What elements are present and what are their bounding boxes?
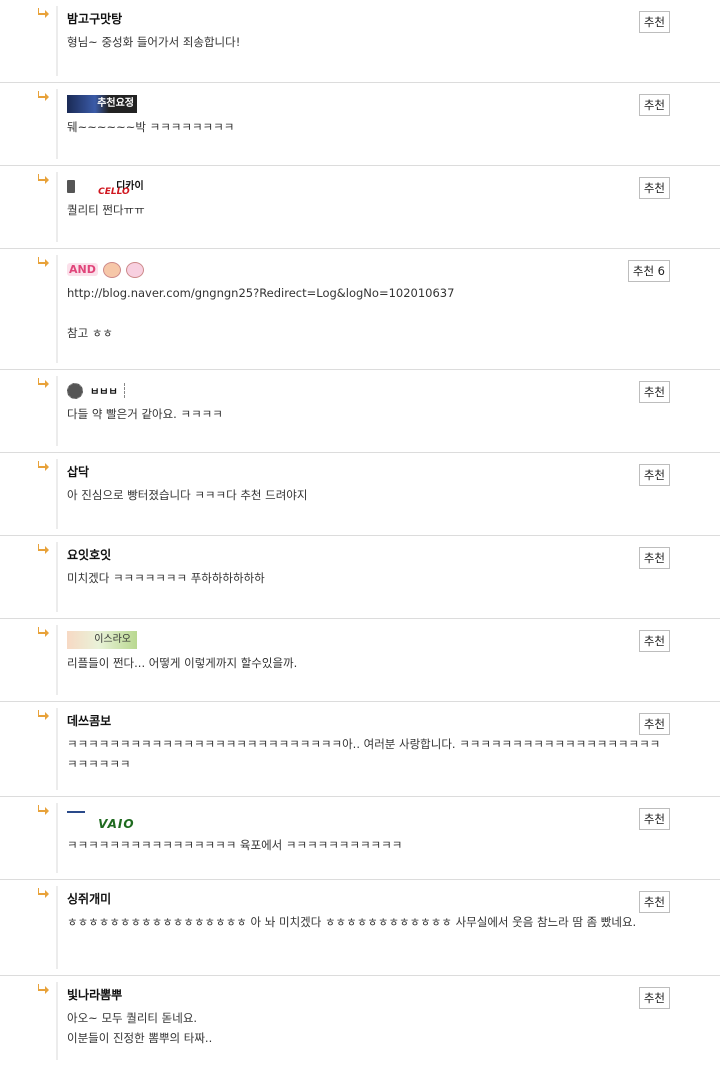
nickname-image-label: 이스라오 <box>67 630 137 649</box>
comment-text: 미치겠다 ㅋㅋㅋㅋㅋㅋㅋ 푸하하하하하하 <box>67 571 265 585</box>
comment-text[interactable]: http://blog.naver.com/gngngn25?Redirect=… <box>67 283 668 343</box>
reply-arrow-icon <box>38 378 50 388</box>
nickname-image-label: AND <box>67 263 98 276</box>
reply-arrow-icon <box>38 257 50 267</box>
reply-arrow-icon <box>38 888 50 898</box>
character-face-icon <box>126 261 145 278</box>
comment-text: ㅎㅎㅎㅎㅎㅎㅎㅎㅎㅎㅎㅎㅎㅎㅎㅎㅎ 아 놔 미치겠다 ㅎㅎㅎㅎㅎㅎㅎㅎㅎㅎㅎㅎ … <box>67 915 637 929</box>
comment-indent-bar <box>56 625 58 695</box>
character-face-icon <box>102 261 121 278</box>
reply-arrow-icon <box>38 8 50 18</box>
nickname-image-label: 추천요정 <box>67 94 137 113</box>
reply-arrow-icon <box>38 91 50 101</box>
comment-indent-bar <box>56 6 58 76</box>
comment-text: 퀄리티 쩐다ㅠㅠ <box>67 203 145 217</box>
reply-arrow-icon <box>38 627 50 637</box>
nickname-image[interactable]: 디카이 CELLO <box>67 176 668 198</box>
comment-item: 싱쥐개미 ㅎㅎㅎㅎㅎㅎㅎㅎㅎㅎㅎㅎㅎㅎㅎㅎㅎ 아 놔 미치겠다 ㅎㅎㅎㅎㅎㅎㅎㅎ… <box>0 880 720 976</box>
comment-indent-bar <box>56 376 58 446</box>
comment-item: 디카이 CELLO 퀄리티 쩐다ㅠㅠ 추천 <box>0 166 720 249</box>
nickname-image[interactable]: ㅂㅂㅂ <box>67 380 668 402</box>
recommend-button[interactable]: 추천 <box>638 630 670 652</box>
recommend-button[interactable]: 추천 <box>638 987 670 1009</box>
recommend-button[interactable]: 추천 <box>638 177 670 199</box>
comment-text: 뒈~~~~~~박 ㅋㅋㅋㅋㅋㅋㅋㅋ <box>67 120 235 134</box>
comment-item: 추천요정 뒈~~~~~~박 ㅋㅋㅋㅋㅋㅋㅋㅋ 추천 <box>0 83 720 166</box>
comment-nickname[interactable]: 삽닥 <box>67 463 668 481</box>
comment-nickname[interactable]: 싱쥐개미 <box>67 890 668 908</box>
comment-list: 밤고구맛탕 형님~ 중성화 들어가서 죄송합니다! 추천 추천요정 뒈~~~~~… <box>0 0 720 1066</box>
swoosh-icon <box>67 811 85 813</box>
reply-arrow-icon <box>38 984 50 994</box>
recommend-button[interactable]: 추천 <box>638 94 670 116</box>
comment-item: ㅂㅂㅂ 다들 약 빨은거 같아요. ㅋㅋㅋㅋ 추천 <box>0 370 720 453</box>
comment-item: 빛나라뽐뿌 아오~ 모두 퀄리티 돋네요. 이분들이 진정한 뽐뿌의 타짜.. … <box>0 976 720 1066</box>
recommend-button[interactable]: 추천 <box>638 381 670 403</box>
comment-item: 데쓰콤보 ㅋㅋㅋㅋㅋㅋㅋㅋㅋㅋㅋㅋㅋㅋㅋㅋㅋㅋㅋㅋㅋㅋㅋㅋㅋㅋ아.. 여러분 사… <box>0 702 720 797</box>
recommend-button[interactable]: 추천 <box>638 808 670 830</box>
comment-indent-bar <box>56 89 58 159</box>
reply-arrow-icon <box>38 461 50 471</box>
recommend-button[interactable]: 추천 6 <box>627 260 670 282</box>
comment-item: 요잇호잇 미치겠다 ㅋㅋㅋㅋㅋㅋㅋ 푸하하하하하하 추천 <box>0 536 720 619</box>
recommend-button[interactable]: 추천 <box>638 464 670 486</box>
reply-arrow-icon <box>38 710 50 720</box>
comment-item: 밤고구맛탕 형님~ 중성화 들어가서 죄송합니다! 추천 <box>0 0 720 83</box>
comment-nickname[interactable]: 요잇호잇 <box>67 546 668 564</box>
comment-nickname[interactable]: 밤고구맛탕 <box>67 10 668 28</box>
comment-text: ㅋㅋㅋㅋㅋㅋㅋㅋㅋㅋㅋㅋㅋㅋㅋㅋㅋㅋㅋㅋㅋㅋㅋㅋㅋㅋ아.. 여러분 사랑합니다.… <box>67 737 661 771</box>
recommend-button[interactable]: 추천 <box>638 11 670 33</box>
comment-indent-bar <box>56 708 58 790</box>
comment-text: 리플들이 쩐다... 어떻게 이렇게까지 할수있을까. <box>67 656 298 670</box>
phone-icon <box>67 180 75 193</box>
comment-indent-bar <box>56 886 58 969</box>
nickname-image[interactable]: 추천요정 <box>67 93 668 115</box>
comment-indent-bar <box>56 459 58 529</box>
comment-text: 형님~ 중성화 들어가서 죄송합니다! <box>67 35 241 49</box>
skull-icon <box>67 382 83 399</box>
reply-arrow-icon <box>38 805 50 815</box>
recommend-button[interactable]: 추천 <box>638 891 670 913</box>
nickname-image-label: VAIO <box>98 817 135 831</box>
nickname-image[interactable]: AND <box>67 259 668 281</box>
recommend-button[interactable]: 추천 <box>638 547 670 569</box>
comment-text: ㅋㅋㅋㅋㅋㅋㅋㅋㅋㅋㅋㅋㅋㅋㅋㅋ 육포에서 ㅋㅋㅋㅋㅋㅋㅋㅋㅋㅋㅋ <box>67 838 403 852</box>
comment-indent-bar <box>56 172 58 242</box>
comment-item: 이스라오 리플들이 쩐다... 어떻게 이렇게까지 할수있을까. 추천 <box>0 619 720 702</box>
comment-indent-bar <box>56 982 58 1060</box>
comment-indent-bar <box>56 255 58 363</box>
comment-nickname[interactable]: 빛나라뽐뿌 <box>67 986 668 1004</box>
comment-text: 다들 약 빨은거 같아요. ㅋㅋㅋㅋ <box>67 407 223 421</box>
comment-item: VAIO ㅋㅋㅋㅋㅋㅋㅋㅋㅋㅋㅋㅋㅋㅋㅋㅋ 육포에서 ㅋㅋㅋㅋㅋㅋㅋㅋㅋㅋㅋ 추… <box>0 797 720 880</box>
comment-item: AND http://blog.naver.com/gngngn25?Redir… <box>0 249 720 370</box>
comment-text: 아오~ 모두 퀄리티 돋네요. 이분들이 진정한 뽐뿌의 타짜.. <box>67 1011 213 1045</box>
comment-nickname[interactable]: 데쓰콤보 <box>67 712 668 730</box>
comment-item: 삽닥 아 진심으로 빵터졌습니다 ㅋㅋㅋ다 추천 드려야지 추천 <box>0 453 720 536</box>
recommend-button[interactable]: 추천 <box>638 713 670 735</box>
comment-indent-bar <box>56 542 58 612</box>
nickname-image[interactable]: 이스라오 <box>67 629 668 651</box>
reply-arrow-icon <box>38 544 50 554</box>
comment-indent-bar <box>56 803 58 873</box>
nickname-image-sub: CELLO <box>98 186 130 197</box>
reply-arrow-icon <box>38 174 50 184</box>
nickname-image-label: ㅂㅂㅂ <box>90 383 125 398</box>
comment-text: 아 진심으로 빵터졌습니다 ㅋㅋㅋ다 추천 드려야지 <box>67 488 308 502</box>
nickname-image[interactable]: VAIO <box>67 807 668 833</box>
